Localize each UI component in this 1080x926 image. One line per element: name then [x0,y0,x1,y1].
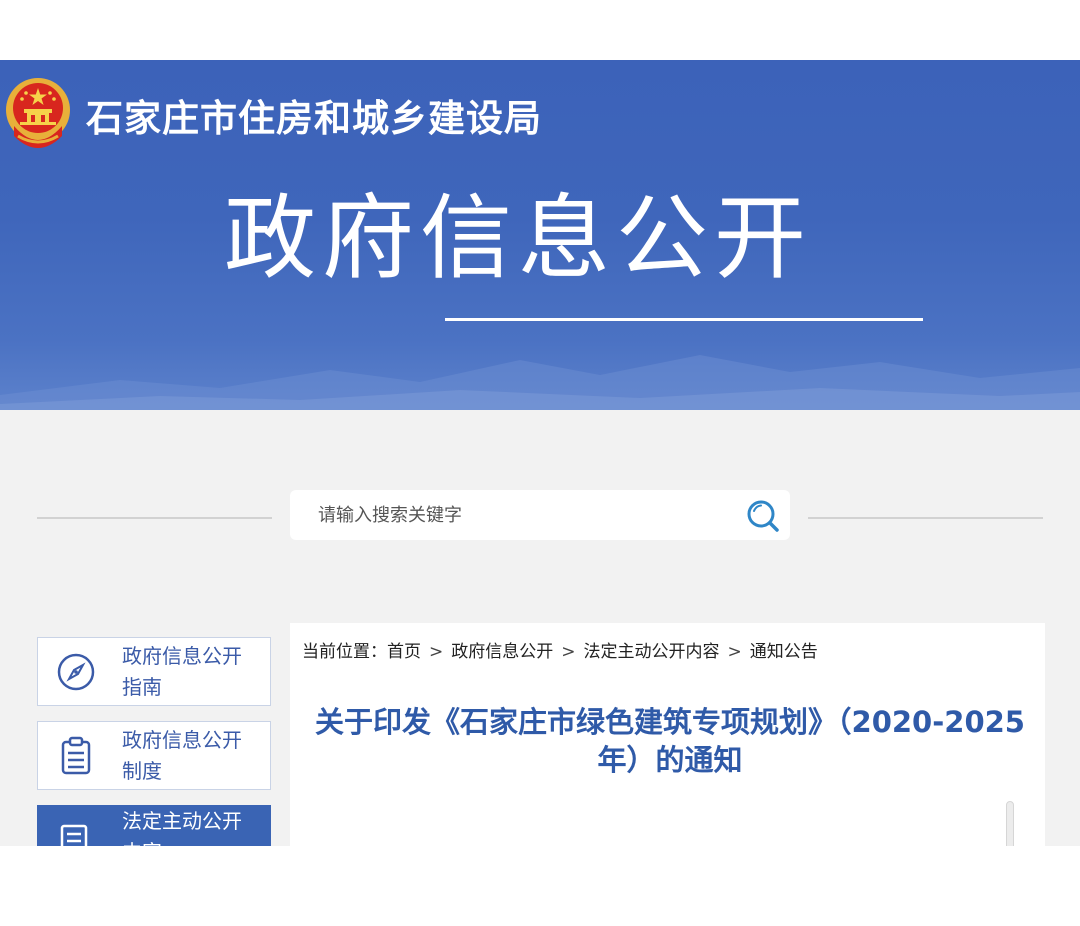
breadcrumb-notices[interactable]: 通知公告 [750,642,818,662]
nav-item-statutory-content[interactable]: 法定主动公开内容 [37,805,271,846]
breadcrumb-separator: > [727,642,742,662]
nav-item-label: 政府信息公开指南 [122,644,242,699]
scrollbar-thumb[interactable] [1006,801,1014,846]
site-title: 石家庄市住房和城乡建设局 [86,97,542,140]
breadcrumb-home[interactable]: 首页 [387,642,421,662]
breadcrumb-prefix: 当前位置： [302,642,387,662]
search-box [290,490,790,540]
nav-item-label: 法定主动公开内容 [122,809,242,846]
clipboard-icon [61,736,91,775]
search-divider-left [37,517,272,519]
article-title: 关于印发《石家庄市绿色建筑专项规划》（2020-2025年）的通知 [315,705,1025,777]
compass-icon [57,653,95,691]
page-viewport: 石家庄市住房和城乡建设局 政府信息公开 政府信息公开指南 政府信息公开制度 [0,60,1080,846]
breadcrumb-statutory[interactable]: 法定主动公开内容 [584,642,720,662]
search-icon[interactable] [744,497,782,535]
breadcrumb-separator: > [561,642,576,662]
national-emblem-icon [6,78,70,148]
nav-item-label: 政府信息公开制度 [122,728,242,783]
search-input[interactable] [290,490,730,540]
section-title-underline [445,318,923,321]
mountain-silhouette [0,355,1080,410]
search-divider-right [808,517,1043,519]
nav-item-disclosure-system[interactable]: 政府信息公开制度 [37,721,271,790]
breadcrumb-separator: > [429,642,444,662]
header-banner: 石家庄市住房和城乡建设局 政府信息公开 [0,60,1080,410]
breadcrumb-gov-info[interactable]: 政府信息公开 [451,642,553,662]
content-panel: 当前位置：首页 > 政府信息公开 > 法定主动公开内容 > 通知公告 关于印发《石家庄市绿色… [290,623,1045,846]
document-edit-icon [60,824,88,846]
breadcrumb: 当前位置：首页 > 政府信息公开 > 法定主动公开内容 > 通知公告 [302,637,818,662]
section-title: 政府信息公开 [224,185,813,292]
nav-item-disclosure-guide[interactable]: 政府信息公开指南 [37,637,271,706]
